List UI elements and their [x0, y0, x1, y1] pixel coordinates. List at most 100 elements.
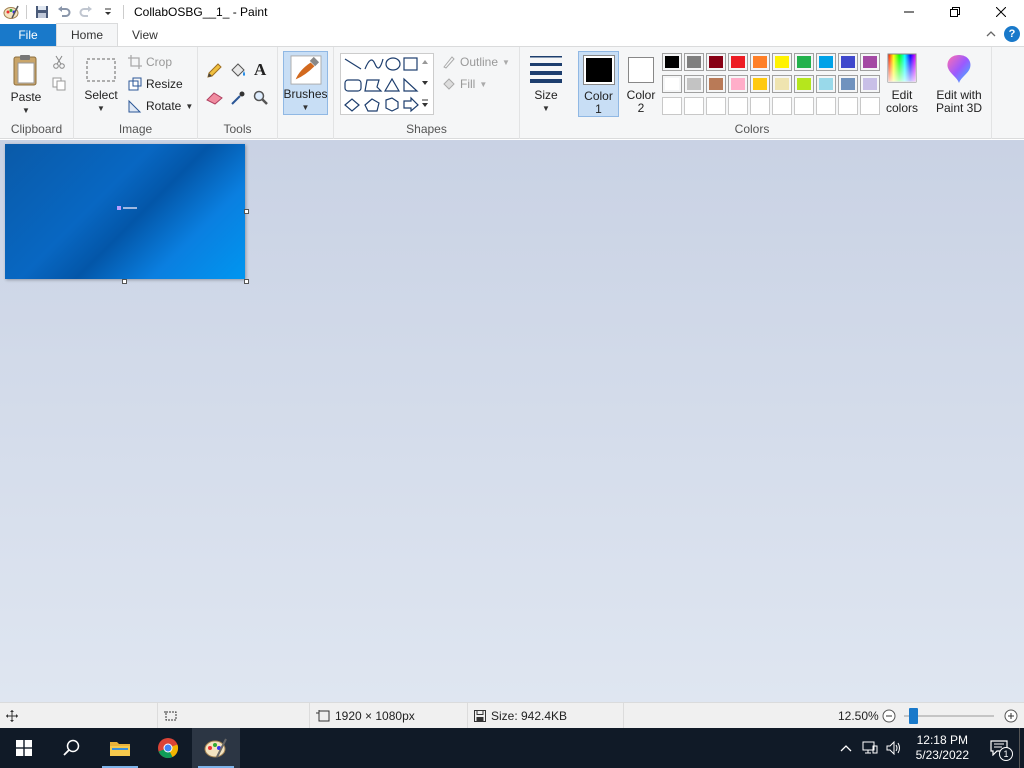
show-desktop-button[interactable] — [1019, 728, 1024, 768]
palette-swatch[interactable] — [860, 53, 880, 71]
palette-swatch[interactable] — [684, 53, 704, 71]
palette-swatch-empty[interactable] — [794, 97, 814, 115]
help-icon[interactable]: ? — [1004, 26, 1020, 42]
rotate-button[interactable]: Rotate ▼ — [128, 99, 193, 113]
maximize-button[interactable] — [932, 0, 978, 24]
palette-swatch[interactable] — [750, 53, 770, 71]
cut-icon[interactable] — [52, 55, 66, 69]
resize-handle-bottom[interactable] — [122, 279, 127, 284]
palette-swatch-color — [819, 78, 833, 90]
crop-icon — [128, 55, 142, 69]
palette-swatch[interactable] — [816, 75, 836, 93]
tools-group-label: Tools — [223, 122, 252, 136]
color-picker-icon[interactable] — [230, 90, 246, 106]
palette-swatch[interactable] — [838, 53, 858, 71]
palette-swatch-empty[interactable] — [728, 97, 748, 115]
color1-button[interactable]: Color 1 — [578, 51, 619, 117]
palette-swatch[interactable] — [794, 53, 814, 71]
collapse-ribbon-icon[interactable] — [986, 30, 996, 38]
file-size: Size: 942.4KB — [468, 703, 624, 729]
notifications-button[interactable]: 1 — [979, 728, 1019, 768]
taskbar-paint[interactable] — [192, 728, 240, 768]
canvas-image-logo — [117, 206, 121, 210]
tab-file[interactable]: File — [0, 24, 56, 46]
chevron-up-icon[interactable] — [840, 744, 852, 752]
palette-swatch[interactable] — [750, 75, 770, 93]
zoom-slider[interactable] — [904, 708, 994, 724]
paste-button[interactable]: Paste ▼ — [8, 53, 44, 117]
palette-swatch[interactable] — [772, 53, 792, 71]
palette-swatch[interactable] — [706, 75, 726, 93]
resize-button[interactable]: Resize — [128, 77, 183, 91]
palette-swatch-empty[interactable] — [706, 97, 726, 115]
color1-label-line2: 1 — [595, 102, 602, 116]
zoom-slider-thumb[interactable] — [909, 708, 919, 724]
eraser-icon[interactable] — [206, 91, 223, 105]
palette-swatch[interactable] — [816, 53, 836, 71]
close-button[interactable] — [978, 0, 1024, 24]
palette-swatch[interactable] — [728, 75, 748, 93]
fill-bucket-icon[interactable] — [229, 62, 247, 80]
color2-button[interactable]: Color 2 — [622, 54, 660, 115]
palette-swatch[interactable] — [772, 75, 792, 93]
folder-icon — [110, 742, 130, 756]
rotate-label: Rotate — [146, 99, 182, 113]
edit-with-paint3d-button[interactable]: Edit with Paint 3D — [930, 53, 988, 115]
palette-swatch[interactable] — [662, 75, 682, 93]
zoom-in-icon[interactable] — [1004, 709, 1018, 723]
zoom-out-icon[interactable] — [882, 709, 896, 723]
palette-swatch-color — [775, 78, 789, 90]
network-icon[interactable] — [862, 741, 878, 755]
color-palette — [662, 53, 884, 119]
tab-view[interactable]: View — [118, 24, 172, 46]
start-button[interactable] — [0, 728, 48, 768]
palette-swatch-empty[interactable] — [750, 97, 770, 115]
magnifier-icon[interactable] — [253, 90, 269, 106]
palette-swatch-empty[interactable] — [838, 97, 858, 115]
palette-swatch-empty[interactable] — [860, 97, 880, 115]
canvas-workspace[interactable] — [0, 140, 1024, 702]
paint-app-icon[interactable] — [0, 1, 22, 23]
palette-swatch[interactable] — [706, 53, 726, 71]
undo-icon[interactable] — [53, 1, 75, 23]
palette-swatch[interactable] — [684, 75, 704, 93]
search-button[interactable] — [48, 728, 96, 768]
save-icon[interactable] — [31, 1, 53, 23]
tab-home[interactable]: Home — [56, 23, 119, 46]
palette-swatch[interactable] — [728, 53, 748, 71]
volume-icon[interactable] — [886, 741, 902, 755]
palette-swatch-empty[interactable] — [662, 97, 682, 115]
select-button[interactable]: Select ▼ — [82, 57, 120, 115]
palette-swatch[interactable] — [662, 53, 682, 71]
redo-icon[interactable] — [75, 1, 97, 23]
copy-icon[interactable] — [52, 77, 66, 91]
fill-button[interactable]: Fill ▼ — [442, 77, 487, 91]
palette-swatch-empty[interactable] — [684, 97, 704, 115]
palette-swatch-empty[interactable] — [816, 97, 836, 115]
crop-button[interactable]: Crop — [128, 55, 172, 69]
palette-swatch[interactable] — [860, 75, 880, 93]
customize-toolbar-icon[interactable] — [97, 1, 119, 23]
taskbar-clock[interactable]: 12:18 PM 5/23/2022 — [906, 733, 979, 763]
brushes-button[interactable]: Brushes ▼ — [283, 51, 328, 115]
edit-colors-button[interactable]: Edit colors — [884, 53, 920, 115]
resize-handle-corner[interactable] — [244, 279, 249, 284]
outline-button[interactable]: Outline ▼ — [442, 55, 510, 69]
taskbar-chrome[interactable] — [144, 728, 192, 768]
size-label: Size — [534, 88, 558, 102]
pencil-icon[interactable] — [206, 63, 222, 79]
zoom-level-text: 12.50% — [838, 709, 879, 723]
text-tool-icon[interactable]: A — [254, 60, 266, 80]
palette-swatch[interactable] — [794, 75, 814, 93]
canvas-image[interactable] — [5, 144, 245, 279]
minimize-button[interactable] — [886, 0, 932, 24]
clipboard-group: Paste ▼ Clipboard — [0, 47, 74, 139]
resize-handle-right[interactable] — [244, 209, 249, 214]
quick-access-toolbar — [0, 0, 119, 24]
size-button[interactable]: Size ▼ — [526, 53, 566, 115]
taskbar-file-explorer[interactable] — [96, 728, 144, 768]
system-tray: 12:18 PM 5/23/2022 1 — [840, 728, 1024, 768]
shapes-gallery[interactable] — [340, 53, 434, 115]
palette-swatch[interactable] — [838, 75, 858, 93]
palette-swatch-empty[interactable] — [772, 97, 792, 115]
